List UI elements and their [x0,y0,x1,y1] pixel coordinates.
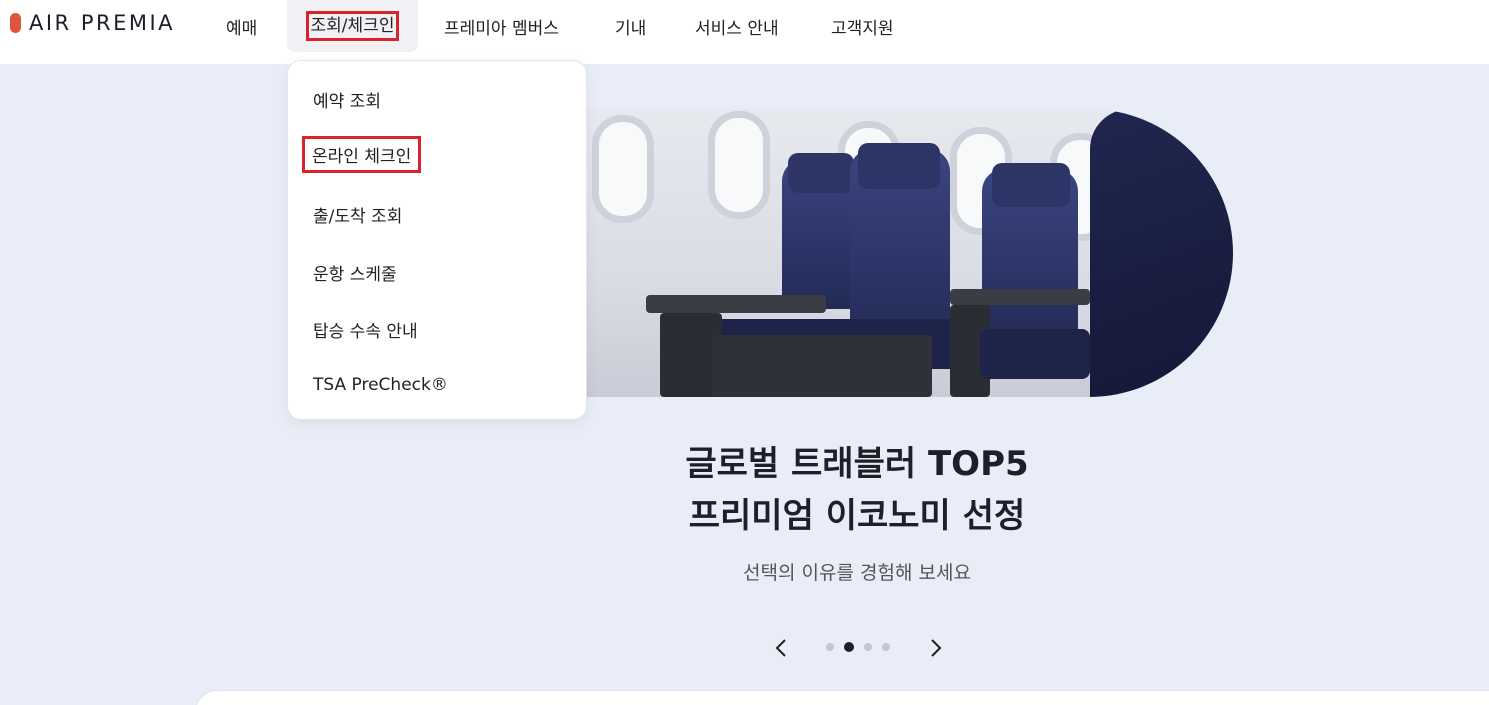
hero-subtitle: 선택의 이유를 경험해 보세요 [743,562,971,584]
nav-inflight[interactable]: 기내 [615,0,646,52]
chevron-left-icon [775,639,786,657]
menu-item-tsa-precheck[interactable]: TSA PreCheck® [313,375,448,395]
air-premia-logo[interactable]: AIR PREMIA [10,11,176,35]
menu-item-boarding-procedure[interactable]: 탑승 수속 안내 [313,317,418,342]
nav-lookup-checkin-label: 조회/체크인 [305,11,400,41]
seat-cushion [980,329,1090,379]
menu-item-reservation-lookup[interactable]: 예약 조회 [313,87,381,112]
nav-booking-label: 예매 [226,18,258,39]
nav-premia-members-label: 프레미아 멤버스 [444,18,559,39]
logo-mark [10,13,21,33]
seat-headrest [992,163,1070,207]
nav-lookup-checkin[interactable]: 조회/체크인 [287,0,418,52]
carousel-pagination [826,642,890,652]
menu-item-flight-status[interactable]: 출/도착 조회 [313,202,402,227]
hero-cabin-image [520,109,1233,397]
cabin-window [708,111,770,219]
seat-headrest [858,143,940,189]
nav-booking[interactable]: 예매 [226,0,257,52]
carousel-prev-button[interactable] [769,634,793,662]
nav-service-info[interactable]: 서비스 안내 [695,0,779,52]
armrest [646,295,826,313]
armrest-console [712,335,932,397]
lookup-checkin-dropdown: 예약 조회 온라인 체크인 출/도착 조회 운항 스케줄 탑승 수속 안내 TS… [287,60,587,420]
hero-headline: 글로벌 트래블러 TOP5 프리미엄 이코노미 선정 [557,438,1157,542]
nav-inflight-label: 기내 [615,18,647,39]
nav-premia-members[interactable]: 프레미아 멤버스 [444,0,559,52]
seat-headrest [788,153,854,193]
menu-item-flight-schedule[interactable]: 운항 스케줄 [313,260,397,285]
hero-headline-line1: 글로벌 트래블러 TOP5 [685,444,1029,484]
nav-customer-support-label: 고객지원 [831,18,894,39]
foreground-seat [1090,109,1233,397]
menu-item-online-checkin[interactable]: 온라인 체크인 [302,136,422,173]
carousel-dot-4[interactable] [882,643,890,651]
site-header: AIR PREMIA 예매 조회/체크인 프레미아 멤버스 기내 서비스 안내 … [0,0,1489,64]
cabin-window [592,115,654,223]
armrest [950,289,1090,305]
hero-headline-line2: 프리미엄 이코노미 선정 [688,496,1026,536]
carousel-dot-2[interactable] [844,642,854,652]
nav-service-info-label: 서비스 안내 [695,18,779,39]
nav-customer-support[interactable]: 고객지원 [831,0,894,52]
carousel-next-button[interactable] [924,634,948,662]
carousel-dot-3[interactable] [864,643,872,651]
carousel-dot-1[interactable] [826,643,834,651]
booking-panel [195,690,1489,705]
logo-wordmark: AIR PREMIA [29,11,176,35]
chevron-right-icon [931,639,942,657]
